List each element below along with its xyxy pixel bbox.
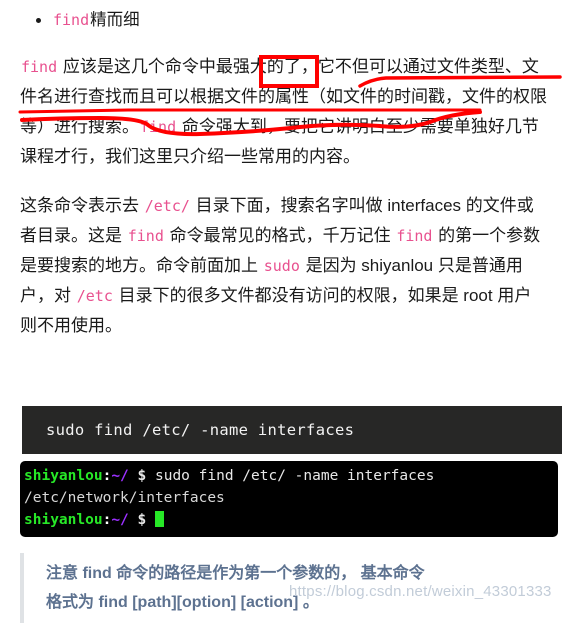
- terminal-dollar-sign: $: [128, 512, 155, 528]
- watermark: https://blog.csdn.net/weixin_43301333: [289, 583, 552, 600]
- bullet-list: find精而细: [0, 0, 567, 31]
- terminal-line-prompt-2: shiyanlou:~/ $: [24, 509, 558, 531]
- inline-code-find: find: [396, 227, 433, 245]
- terminal-cwd: ~/: [111, 512, 129, 528]
- terminal-hostname: shiyanlou: [24, 512, 103, 528]
- terminal-colon: :: [102, 468, 112, 484]
- terminal-line-output: /etc/network/interfaces: [24, 487, 558, 509]
- terminal-cwd: ~/: [111, 468, 129, 484]
- terminal-colon: :: [102, 512, 112, 528]
- paragraph-text-segment: 这条命令表示去: [20, 196, 144, 215]
- article-page: find精而细 find 应该是这几个命令中最强大的了，它不但可以通过文件类型、…: [0, 0, 567, 623]
- inline-code-sudo: sudo: [263, 257, 300, 275]
- terminal-command: sudo find /etc/ -name interfaces: [154, 468, 435, 484]
- inline-code-find: find: [53, 11, 90, 29]
- code-block-command: sudo find /etc/ -name interfaces: [46, 421, 355, 439]
- paragraph-text-segment: 命令最常见的格式，千万记住: [164, 226, 396, 245]
- code-block[interactable]: sudo find /etc/ -name interfaces: [22, 406, 562, 454]
- paragraph-command-explain: 这条命令表示去 /etc/ 目录下面，搜索名字叫做 interfaces 的文件…: [0, 172, 567, 341]
- inline-code-find: find: [127, 227, 164, 245]
- inline-code-find: find: [21, 58, 58, 76]
- list-item-label: 精而细: [90, 11, 140, 29]
- terminal-dollar-sign: $: [128, 468, 155, 484]
- inline-code-etc: /etc: [76, 287, 113, 305]
- terminal-window[interactable]: shiyanlou:~/ $ sudo find /etc/ -name int…: [20, 461, 558, 537]
- inline-code-find: find: [140, 118, 177, 136]
- terminal-hostname: shiyanlou: [24, 468, 103, 484]
- paragraph-find-intro: find 应该是这几个命令中最强大的了，它不但可以通过文件类型、文件名进行查找而…: [0, 31, 567, 172]
- list-item: find精而细: [36, 9, 567, 31]
- terminal-output-text: /etc/network/interfaces: [24, 490, 225, 506]
- inline-code-etc-slash: /etc/: [144, 197, 190, 215]
- terminal-line-prompt-1: shiyanlou:~/ $ sudo find /etc/ -name int…: [24, 465, 558, 487]
- terminal-cursor: [154, 511, 164, 527]
